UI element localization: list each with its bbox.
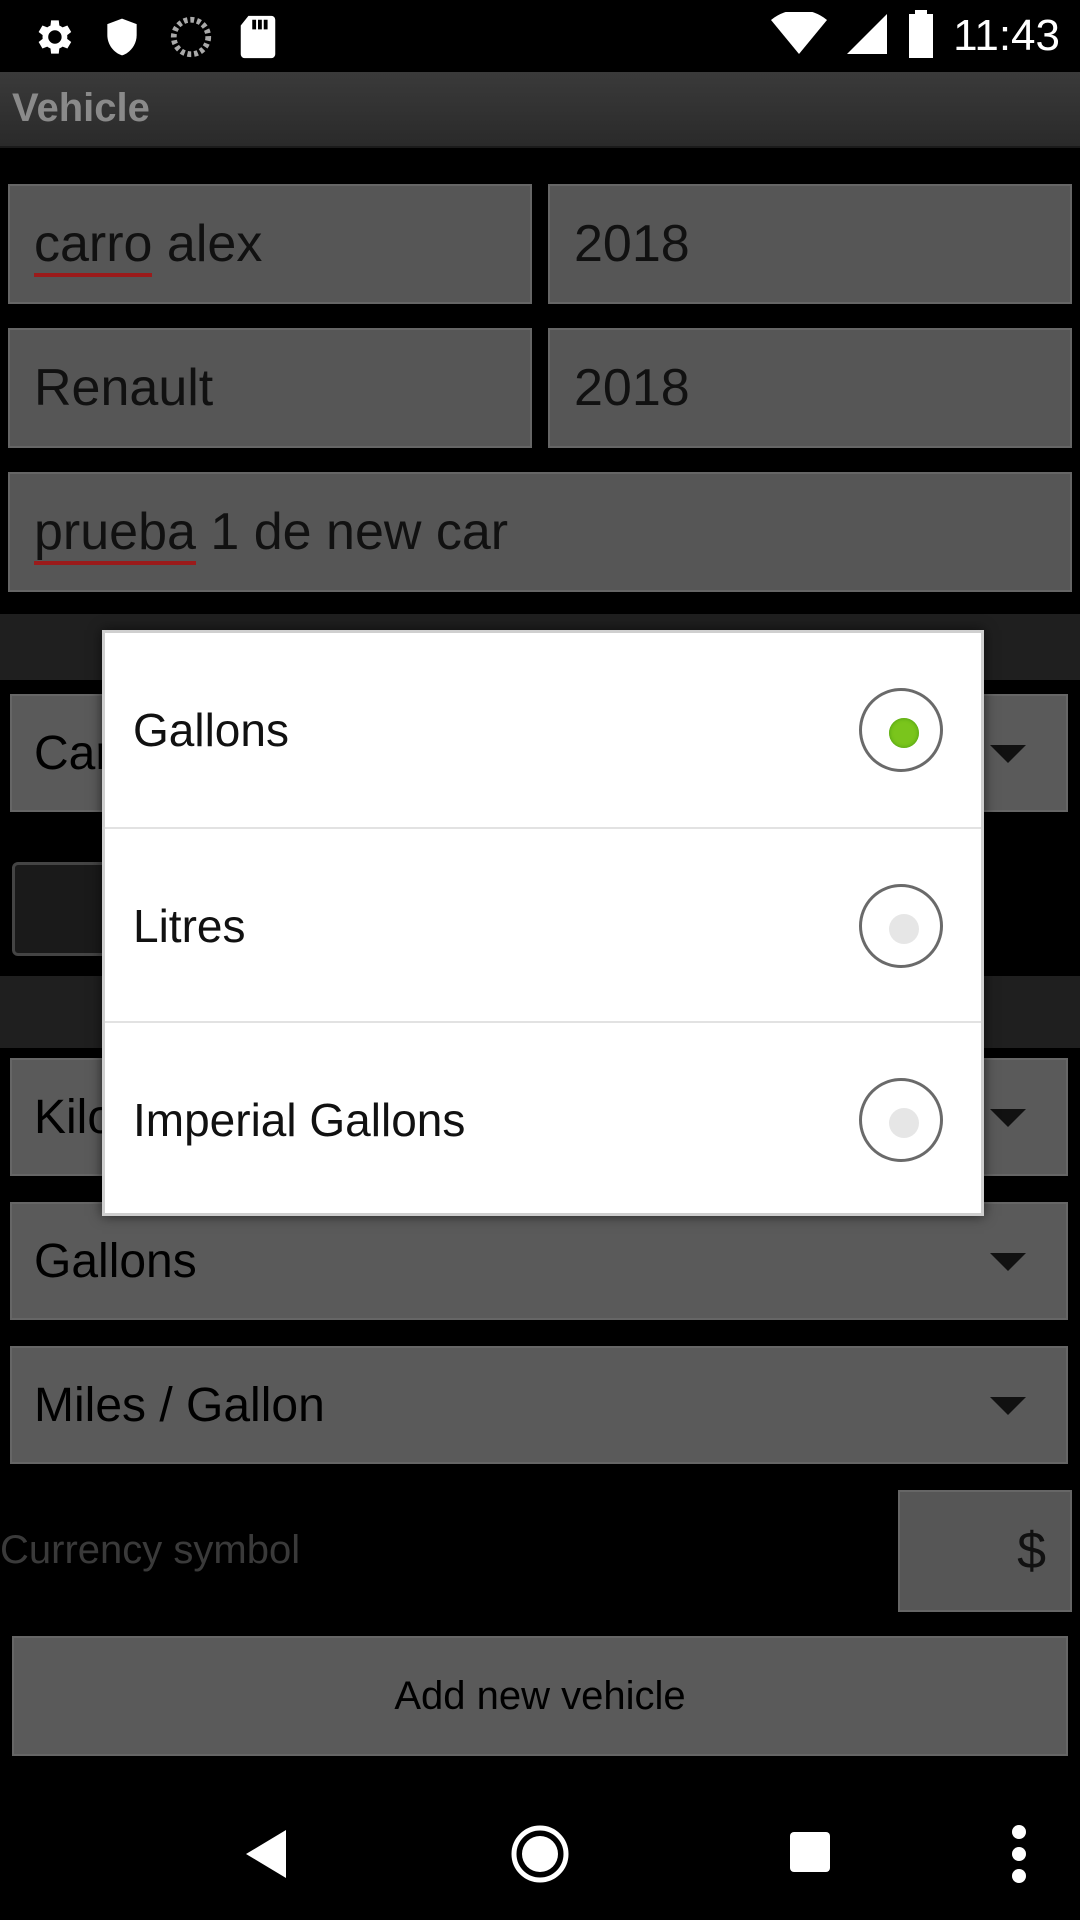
color-swatch[interactable] <box>12 862 108 956</box>
sd-card-icon <box>238 14 278 65</box>
app-title: Vehicle <box>12 86 150 130</box>
radio-dot <box>889 1108 919 1138</box>
overflow-menu-icon[interactable] <box>1012 1824 1026 1889</box>
vehicle-type-value: Car <box>34 726 112 780</box>
option-gallons[interactable]: Gallons <box>105 633 981 827</box>
option-label: Gallons <box>133 704 289 756</box>
currency-value: $ <box>1017 1522 1046 1580</box>
currency-label: Currency symbol <box>0 1528 301 1572</box>
app-bar: Vehicle <box>0 72 1080 148</box>
dropdown-arrow-icon <box>990 745 1026 763</box>
signal-icon <box>845 12 889 61</box>
option-label: Imperial Gallons <box>133 1094 466 1146</box>
navigation-bar <box>0 1788 1080 1920</box>
make-field[interactable]: Renault <box>8 328 532 448</box>
clock: 11:43 <box>953 11 1060 60</box>
radio-button[interactable] <box>859 688 943 772</box>
radio-dot <box>889 914 919 944</box>
make-value: Renault <box>34 359 214 417</box>
radio-button[interactable] <box>859 1078 943 1162</box>
model-field[interactable]: 2018 <box>548 328 1072 448</box>
notes-field[interactable]: prueba 1 de new car <box>8 472 1072 592</box>
recents-icon[interactable] <box>790 1832 830 1877</box>
radio-button[interactable] <box>859 884 943 968</box>
volume-unit-spinner[interactable]: Gallons <box>10 1202 1068 1320</box>
consumption-unit-spinner[interactable]: Miles / Gallon <box>10 1346 1068 1464</box>
radio-dot <box>889 718 919 748</box>
name-field[interactable]: carro alex <box>8 184 532 304</box>
wifi-icon <box>771 9 828 61</box>
consumption-unit-value: Miles / Gallon <box>34 1378 325 1432</box>
dropdown-arrow-icon <box>990 1253 1026 1271</box>
year-field[interactable]: 2018 <box>548 184 1072 304</box>
add-vehicle-button[interactable]: Add new vehicle <box>12 1636 1068 1756</box>
dropdown-arrow-icon <box>990 1109 1026 1127</box>
volume-unit-dialog: Gallons Litres Imperial Gallons <box>102 630 984 1216</box>
name-value: carro alex <box>34 214 262 277</box>
gear-icon <box>30 14 76 65</box>
model-value: 2018 <box>574 359 690 417</box>
home-icon[interactable] <box>510 1824 570 1889</box>
dropdown-arrow-icon <box>990 1397 1026 1415</box>
shield-icon <box>100 14 144 65</box>
option-label: Litres <box>133 900 246 952</box>
back-icon[interactable] <box>246 1830 290 1883</box>
status-bar: 11:43 <box>0 0 1080 72</box>
battery-icon <box>907 9 935 63</box>
year-value: 2018 <box>574 215 690 273</box>
option-imperial-gallons[interactable]: Imperial Gallons <box>105 1023 981 1217</box>
notes-value: prueba 1 de new car <box>34 502 508 565</box>
currency-field[interactable]: $ <box>898 1490 1072 1612</box>
option-litres[interactable]: Litres <box>105 829 981 1023</box>
volume-unit-value: Gallons <box>34 1234 197 1288</box>
sync-icon <box>168 14 214 65</box>
